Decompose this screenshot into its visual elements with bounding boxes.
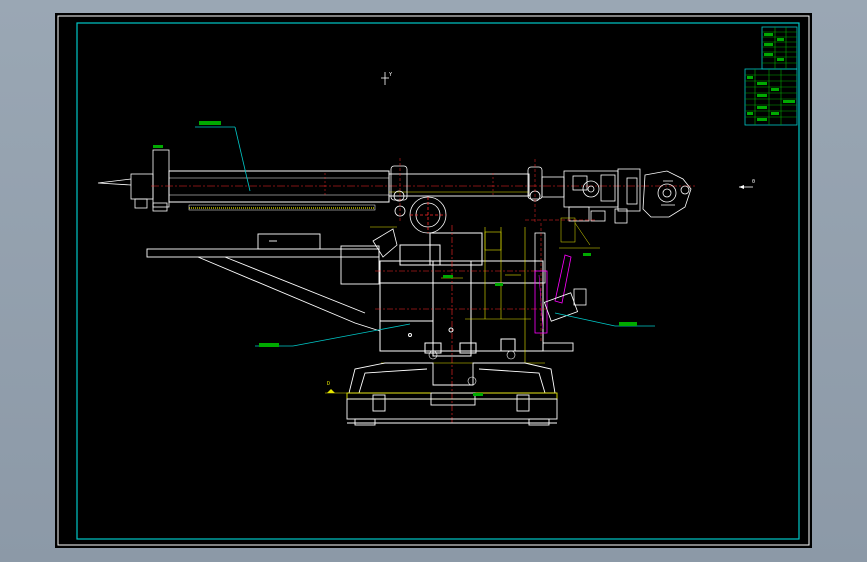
pedestal-base xyxy=(346,342,574,426)
arm-bracket-left xyxy=(390,158,408,221)
direction-label-top: Y xyxy=(389,72,392,78)
cad-drawing: Y 0 D xyxy=(57,15,810,546)
rotary-joint xyxy=(409,196,447,234)
gripper-tip xyxy=(97,149,170,212)
balance-arm xyxy=(146,233,381,332)
lift-cylinder xyxy=(534,223,548,343)
left-bracket-block xyxy=(370,226,398,258)
callout-leader-column xyxy=(255,323,411,347)
parts-table xyxy=(744,26,798,126)
callout-leader-arm xyxy=(195,121,251,192)
datum-marker: D xyxy=(325,381,347,394)
drawing-frame xyxy=(76,22,800,540)
tilt-cylinder xyxy=(543,254,587,322)
arm-bracket-right xyxy=(527,159,543,223)
wrist-head-assembly xyxy=(541,168,692,224)
callout-leader-cylinder xyxy=(554,312,655,327)
direction-label-right: 0 xyxy=(752,179,755,185)
drawing-sheet: Y 0 D xyxy=(55,13,812,548)
direction-arrow-right: 0 xyxy=(739,179,755,189)
column-body xyxy=(379,232,544,357)
direction-arrow-top: Y xyxy=(381,72,392,85)
datum-label: D xyxy=(327,381,330,387)
